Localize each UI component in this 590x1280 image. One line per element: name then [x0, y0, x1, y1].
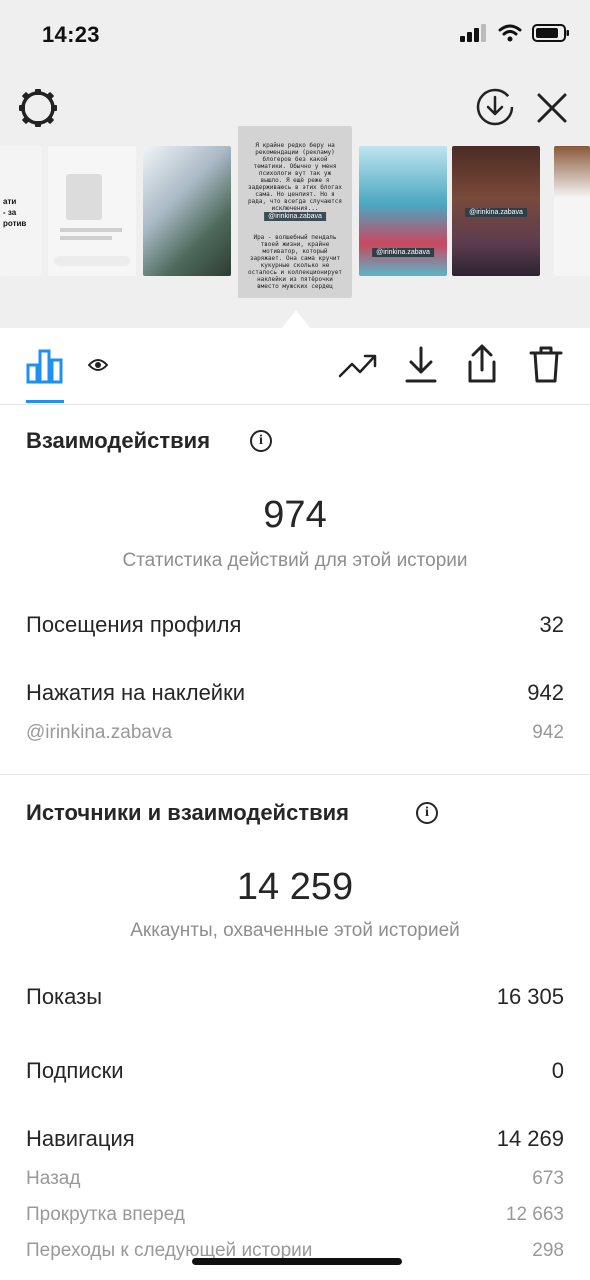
story-caption: Ира - волшебный пендаль твоей жизни, кра…: [248, 234, 342, 290]
stat-value: 14 269: [496, 1126, 564, 1151]
active-tab-indicator: [26, 400, 64, 403]
insights-sheet: Взаимодействия i 974 Статистика действий…: [0, 328, 590, 1280]
stat-value: 673: [532, 1168, 564, 1189]
story-mention-tag: @irinkina.zabava: [264, 212, 326, 221]
battery-icon: [532, 24, 569, 42]
stat-subrow-back: Назад 673: [26, 1168, 564, 1190]
trash-icon[interactable]: [528, 344, 564, 384]
info-icon[interactable]: i: [416, 802, 438, 824]
story-thumbnail[interactable]: @irinkina.zabava: [359, 146, 447, 276]
story-thumbnail[interactable]: [48, 146, 136, 276]
settings-gear-icon[interactable]: [18, 88, 58, 128]
story-thumbnails: ати - за ротив Я крайне редко беру на ре…: [0, 126, 590, 302]
stat-subrow-forward: Прокрутка вперед 12 663: [26, 1204, 564, 1226]
stat-row-sticker-taps[interactable]: Нажатия на наклейки 942: [26, 680, 564, 706]
stat-label: Показы: [26, 984, 103, 1009]
stat-subrow-mention: @irinkina.zabava 942: [26, 722, 564, 744]
interactions-title: Взаимодействия: [26, 428, 211, 453]
stat-value: 12 663: [505, 1204, 564, 1225]
interactions-total: 974: [263, 494, 327, 536]
bar-chart-icon[interactable]: [26, 348, 64, 384]
stat-label: Навигация: [26, 1126, 135, 1151]
stat-label: @irinkina.zabava: [26, 722, 173, 743]
sources-title: Источники и взаимодействия: [26, 800, 349, 825]
sources-subtitle: Аккаунты, охваченные этой историей: [130, 920, 460, 941]
stat-label: Подписки: [26, 1058, 124, 1083]
download-icon[interactable]: [404, 346, 438, 384]
story-thumbnail[interactable]: [554, 146, 590, 276]
close-icon[interactable]: [536, 92, 568, 124]
stat-value: 942: [532, 722, 564, 743]
trending-icon[interactable]: [338, 352, 378, 380]
wifi-icon: [498, 24, 522, 42]
download-circle-icon[interactable]: [474, 86, 516, 128]
story-mention-tag: @irinkina.zabava: [465, 208, 527, 217]
stat-label: Прокрутка вперед: [26, 1204, 185, 1225]
status-bar: 14:23: [0, 0, 590, 72]
story-thumbnail[interactable]: [143, 146, 231, 276]
section-divider: [0, 774, 590, 775]
stat-row-impressions[interactable]: Показы 16 305: [26, 984, 564, 1010]
stat-row-profile-visits[interactable]: Посещения профиля 32: [26, 612, 564, 638]
selected-story-pointer: [282, 310, 310, 328]
story-mention-tag: @irinkina.zabava: [372, 248, 434, 257]
insights-toolbar: [0, 328, 590, 405]
stat-label: Посещения профиля: [26, 612, 242, 637]
stat-value: 942: [527, 680, 564, 705]
status-time: 14:23: [42, 22, 100, 47]
info-icon[interactable]: i: [250, 430, 272, 452]
share-icon[interactable]: [464, 344, 500, 384]
eye-icon[interactable]: [88, 358, 108, 372]
stat-label: Назад: [26, 1168, 81, 1189]
stat-value: 16 305: [496, 984, 564, 1009]
story-thumbnail-text: ати - за ротив: [3, 197, 27, 228]
sources-total: 14 259: [236, 866, 354, 908]
stat-row-navigation[interactable]: Навигация 14 269: [26, 1126, 564, 1152]
stat-row-follows[interactable]: Подписки 0: [26, 1058, 564, 1084]
story-thumbnail[interactable]: ати - за ротив: [0, 146, 42, 276]
interactions-subtitle: Статистика действий для этой истории: [122, 550, 468, 571]
stat-label: Нажатия на наклейки: [26, 680, 246, 705]
home-indicator[interactable]: [192, 1258, 402, 1265]
status-icons: [460, 24, 570, 42]
cellular-signal-icon: [460, 24, 486, 42]
story-thumbnail[interactable]: @irinkina.zabava: [452, 146, 540, 276]
stat-value: 0: [551, 1058, 564, 1083]
story-caption: Я крайне редко беру на рекомендации (рек…: [248, 142, 342, 212]
story-thumbnail-selected[interactable]: Я крайне редко беру на рекомендации (рек…: [238, 126, 352, 298]
stat-value: 298: [532, 1240, 564, 1261]
stat-value: 32: [539, 612, 564, 637]
